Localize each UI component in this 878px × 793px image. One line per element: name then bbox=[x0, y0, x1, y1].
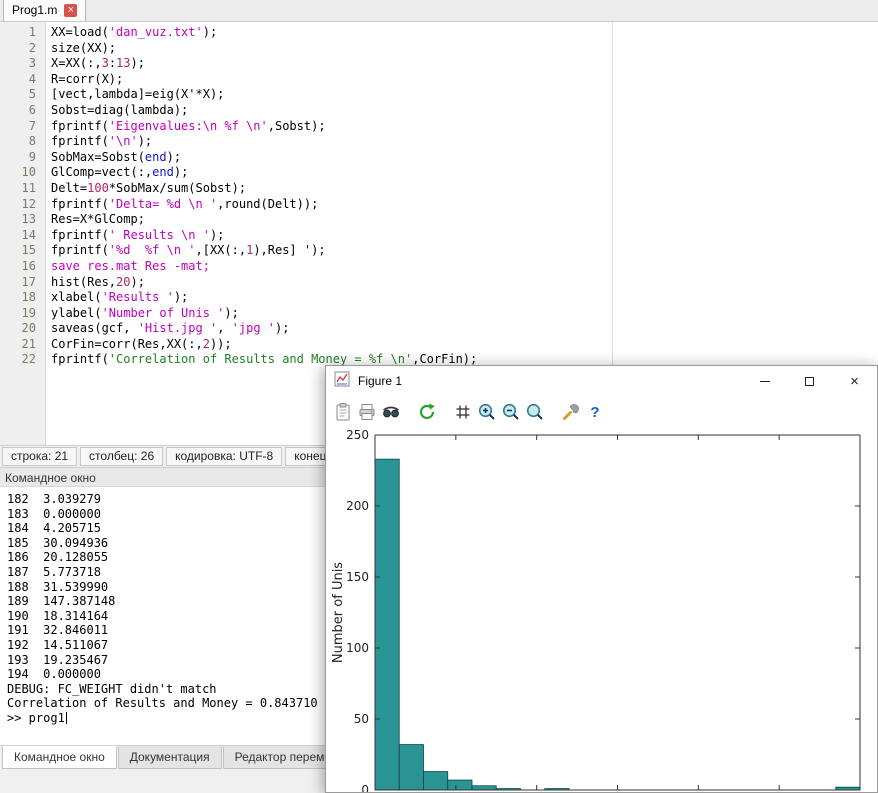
figure-app-icon bbox=[334, 371, 350, 392]
print-icon[interactable] bbox=[356, 401, 378, 423]
line-number: 13 bbox=[0, 212, 45, 228]
zoom-reset-icon[interactable] bbox=[524, 401, 546, 423]
help-icon[interactable]: ? bbox=[584, 401, 606, 423]
maximize-icon bbox=[805, 377, 814, 386]
grid-icon[interactable] bbox=[452, 401, 474, 423]
bottom-tab-0[interactable]: Командное окно bbox=[2, 746, 117, 769]
svg-text:0: 0 bbox=[361, 783, 369, 792]
code-line: Res=X*GlComp; bbox=[51, 212, 878, 228]
code-line: [vect,lambda]=eig(X'*X); bbox=[51, 87, 878, 103]
code-line: fprintf('%d %f \n ',[XX(:,1),Res] '); bbox=[51, 243, 878, 259]
code-line: R=corr(X); bbox=[51, 72, 878, 88]
status-segment: строка: 21 bbox=[2, 447, 77, 466]
code-line: SobMax=Sobst(end); bbox=[51, 150, 878, 166]
maximize-button[interactable] bbox=[787, 366, 832, 396]
line-number: 17 bbox=[0, 275, 45, 291]
figure-window: Figure 1 × bbox=[325, 365, 878, 793]
line-number: 21 bbox=[0, 337, 45, 353]
svg-text:150: 150 bbox=[346, 570, 369, 584]
figure-title: Figure 1 bbox=[358, 374, 402, 388]
code-line: Delt=100*SobMax/sum(Sobst); bbox=[51, 181, 878, 197]
rotate-icon[interactable] bbox=[380, 401, 402, 423]
status-segment: столбец: 26 bbox=[80, 447, 163, 466]
code-line: ylabel('Number of Unis '); bbox=[51, 306, 878, 322]
svg-text:100: 100 bbox=[346, 641, 369, 655]
tab-close-icon[interactable]: × bbox=[64, 4, 77, 17]
code-line: CorFin=corr(Res,XX(:,2)); bbox=[51, 337, 878, 353]
svg-text:250: 250 bbox=[346, 428, 369, 442]
line-number-gutter: 12345678910111213141516171819202122 bbox=[0, 22, 46, 445]
line-number: 18 bbox=[0, 290, 45, 306]
minimize-button[interactable] bbox=[742, 366, 787, 396]
line-number: 3 bbox=[0, 56, 45, 72]
code-line: Sobst=diag(lambda); bbox=[51, 103, 878, 119]
code-line: size(XX); bbox=[51, 41, 878, 57]
histogram-bar bbox=[472, 786, 496, 790]
clipboard-icon[interactable] bbox=[332, 401, 354, 423]
line-number: 5 bbox=[0, 87, 45, 103]
code-line: hist(Res,20); bbox=[51, 275, 878, 291]
line-number: 2 bbox=[0, 41, 45, 57]
minimize-icon bbox=[760, 381, 770, 382]
code-line: fprintf('Eigenvalues:\n %f \n',Sobst); bbox=[51, 119, 878, 135]
line-number: 4 bbox=[0, 72, 45, 88]
line-number: 6 bbox=[0, 103, 45, 119]
editor-tab-label: Prog1.m bbox=[12, 3, 57, 17]
figure-titlebar[interactable]: Figure 1 × bbox=[326, 366, 877, 396]
line-number: 8 bbox=[0, 134, 45, 150]
code-line: saveas(gcf, 'Hist.jpg ', 'jpg '); bbox=[51, 321, 878, 337]
text-cursor bbox=[66, 712, 67, 724]
svg-text:200: 200 bbox=[346, 499, 369, 513]
line-number: 10 bbox=[0, 165, 45, 181]
editor-tab-prog1[interactable]: Prog1.m × bbox=[3, 0, 86, 21]
code-line: X=XX(:,3:13); bbox=[51, 56, 878, 72]
code-line: GlComp=vect(:,end); bbox=[51, 165, 878, 181]
line-number: 16 bbox=[0, 259, 45, 275]
line-number: 15 bbox=[0, 243, 45, 259]
line-number: 9 bbox=[0, 150, 45, 166]
tools-icon[interactable] bbox=[560, 401, 582, 423]
code-line: fprintf(' Results \n '); bbox=[51, 228, 878, 244]
code-line: fprintf('\n'); bbox=[51, 134, 878, 150]
status-segment: кодировка: UTF-8 bbox=[166, 447, 282, 466]
histogram-bar bbox=[424, 772, 448, 790]
code-line: fprintf('Delta= %d \n ',round(Delt)); bbox=[51, 197, 878, 213]
histogram-bar bbox=[448, 780, 472, 790]
octave-ide: Prog1.m × 123456789101112131415161718192… bbox=[0, 0, 878, 793]
zoom-in-icon[interactable] bbox=[476, 401, 498, 423]
line-number: 19 bbox=[0, 306, 45, 322]
svg-text:Number of Unis: Number of Unis bbox=[331, 562, 346, 663]
code-line: xlabel('Results '); bbox=[51, 290, 878, 306]
close-button[interactable]: × bbox=[832, 366, 877, 396]
editor-tab-bar: Prog1.m × bbox=[0, 0, 878, 22]
code-line: XX=load('dan_vuz.txt'); bbox=[51, 25, 878, 41]
zoom-out-icon[interactable] bbox=[500, 401, 522, 423]
code-line: save res.mat Res -mat; bbox=[51, 259, 878, 275]
line-number: 7 bbox=[0, 119, 45, 135]
line-number: 22 bbox=[0, 352, 45, 368]
histogram-bar bbox=[399, 745, 423, 790]
svg-text:?: ? bbox=[590, 404, 599, 421]
histogram-chart: 0 50 100 150 200 250 Number of Unis bbox=[326, 428, 877, 792]
svg-text:50: 50 bbox=[354, 712, 369, 726]
line-number: 11 bbox=[0, 181, 45, 197]
line-number: 20 bbox=[0, 321, 45, 337]
command-window-title: Командное окно bbox=[5, 471, 96, 485]
window-controls: × bbox=[742, 366, 877, 396]
line-number: 14 bbox=[0, 228, 45, 244]
line-number: 1 bbox=[0, 25, 45, 41]
line-number: 12 bbox=[0, 197, 45, 213]
figure-canvas[interactable]: 0 50 100 150 200 250 Number of Unis bbox=[326, 428, 877, 792]
histogram-bar bbox=[375, 459, 399, 790]
figure-toolbar: ? bbox=[326, 396, 877, 428]
refresh-icon[interactable] bbox=[416, 401, 438, 423]
bottom-tab-1[interactable]: Документация bbox=[118, 746, 222, 769]
